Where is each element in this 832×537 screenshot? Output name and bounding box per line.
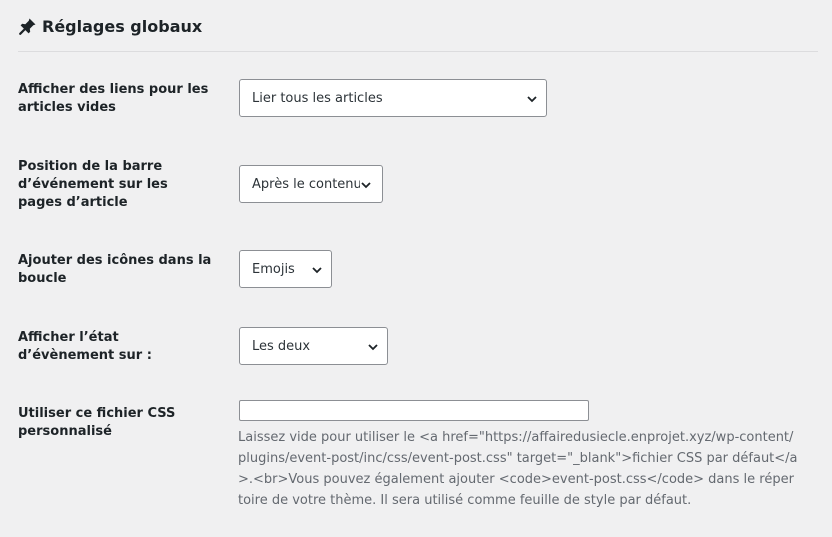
section-title: Réglages globaux	[42, 16, 203, 36]
section-header: Réglages globaux	[18, 14, 202, 38]
custom-css-input[interactable]	[239, 400, 589, 421]
select-value: Après le contenu	[252, 176, 362, 192]
loop-icons-select[interactable]: Emojis	[239, 250, 332, 288]
chevron-down-icon	[360, 179, 372, 191]
chevron-down-icon	[367, 341, 379, 353]
select-value: Emojis	[252, 261, 295, 277]
select-value: Les deux	[252, 338, 311, 354]
setting-label-event-state: Afficher l’état d’évènement sur :	[18, 330, 152, 363]
setting-label-loop-icons: Ajouter des icônes dans la boucle	[18, 253, 212, 286]
pushpin-icon	[18, 16, 38, 36]
setting-label-custom-css: Utiliser ce fichier CSS personnalisé	[18, 406, 176, 439]
setting-label-event-bar-position: Position de la barre d’événement sur les…	[18, 159, 168, 210]
custom-css-help-text: Laissez vide pour utiliser le <a href="h…	[238, 430, 798, 508]
setting-label-empty-article-links: Afficher des liens pour les articles vid…	[18, 82, 209, 115]
event-bar-position-select[interactable]: Après le contenu	[239, 165, 383, 203]
chevron-down-icon	[311, 264, 323, 276]
event-state-select[interactable]: Les deux	[239, 327, 388, 365]
empty-article-links-select[interactable]: Lier tous les articles	[239, 79, 547, 117]
select-value: Lier tous les articles	[252, 90, 383, 106]
chevron-down-icon	[526, 93, 538, 105]
section-divider	[18, 51, 818, 52]
